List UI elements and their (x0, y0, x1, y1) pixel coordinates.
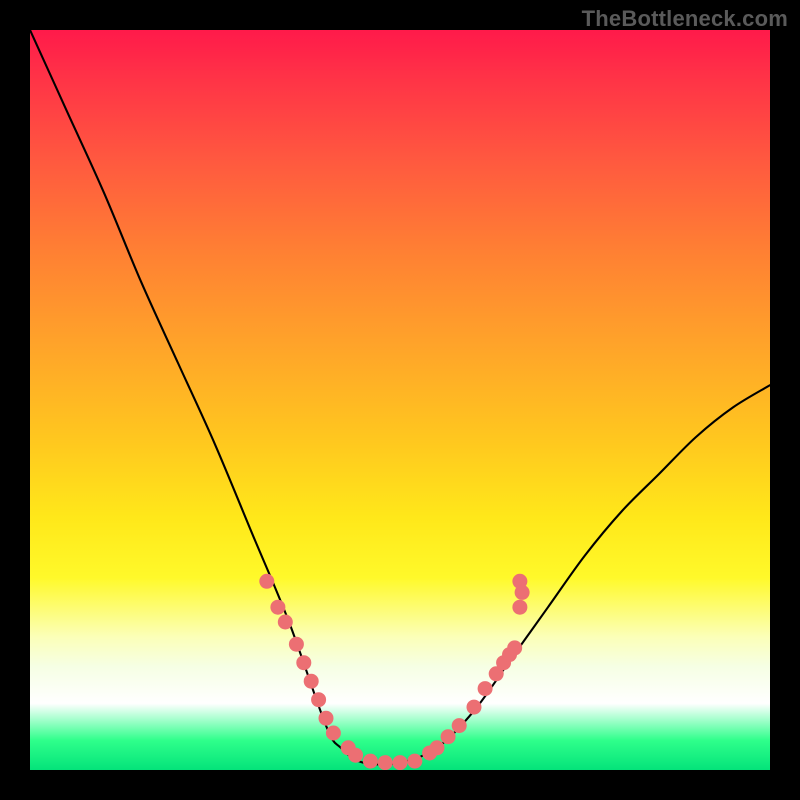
marker-dot (507, 640, 522, 655)
marker-dot (278, 615, 293, 630)
marker-dot (296, 655, 311, 670)
marker-dot (478, 681, 493, 696)
marker-dot (259, 574, 274, 589)
curve-markers (259, 574, 529, 770)
watermark-text: TheBottleneck.com (582, 6, 788, 32)
marker-dot (393, 755, 408, 770)
marker-dot (407, 754, 422, 769)
chart-container: TheBottleneck.com (0, 0, 800, 800)
marker-dot (311, 692, 326, 707)
marker-dot (326, 726, 341, 741)
marker-dot (270, 600, 285, 615)
marker-dot (452, 718, 467, 733)
plot-area (30, 30, 770, 770)
marker-dot (467, 700, 482, 715)
bottleneck-curve-line (30, 30, 770, 764)
marker-dot (348, 748, 363, 763)
marker-dot (512, 600, 527, 615)
marker-dot (319, 711, 334, 726)
marker-dot (441, 729, 456, 744)
marker-dot (430, 740, 445, 755)
marker-dot (515, 585, 530, 600)
marker-dot (378, 755, 393, 770)
curve-svg (30, 30, 770, 770)
marker-dot (363, 754, 378, 769)
marker-dot (304, 674, 319, 689)
marker-dot (289, 637, 304, 652)
